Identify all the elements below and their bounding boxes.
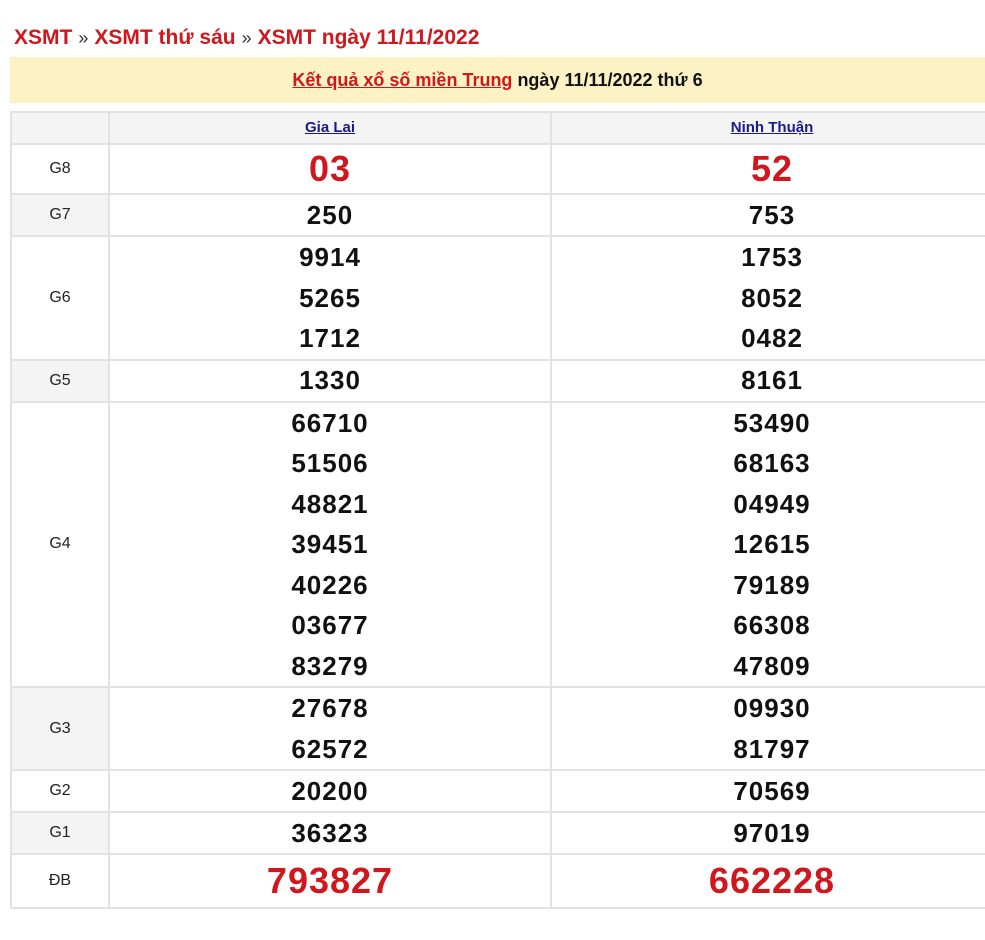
result-cell: 27678 62572 (108, 686, 552, 771)
breadcrumb-separator: » (78, 27, 89, 48)
prize-row-g8: G8 03 52 (10, 143, 985, 195)
results-banner: Kết quả xổ số miền Trung ngày 11/11/2022… (10, 57, 985, 103)
result-number: 20200 (291, 775, 369, 806)
result-cell: 09930 81797 (550, 686, 985, 771)
prize-row-g2: G2 20200 70569 (10, 769, 985, 813)
breadcrumb-separator: » (241, 27, 252, 48)
prize-row-special: ĐB 793827 662228 (10, 853, 985, 909)
prize-row-g6: G6 9914 5265 1712 1753 8052 0482 (10, 235, 985, 361)
result-number: 03 (308, 148, 352, 189)
prize-row-g1: G1 36323 97019 (10, 811, 985, 855)
result-cell: 20200 (108, 769, 552, 813)
result-number: 9914 (299, 242, 361, 272)
prize-row-g4: G4 66710 51506 48821 39451 40226 03677 8… (10, 400, 985, 688)
breadcrumb-xsmt-friday-link[interactable]: XSMT thứ sáu (94, 26, 235, 50)
central-lottery-results-link[interactable]: Kết quả xổ số miền Trung (292, 70, 512, 91)
province-header-ninh-thuan: Ninh Thuận (550, 111, 985, 145)
result-cell: 753 (550, 193, 985, 237)
result-number: 39451 (291, 529, 369, 559)
prize-label: G6 (10, 235, 110, 361)
result-number: 753 (748, 199, 796, 230)
banner-date-text: ngày 11/11/2022 thứ 6 (517, 69, 703, 90)
result-cell: 1753 8052 0482 (550, 235, 985, 361)
result-number: 70569 (733, 775, 811, 806)
result-number: 04949 (733, 488, 811, 519)
special-prize-number: 793827 (266, 860, 394, 901)
province-link-gia-lai[interactable]: Gia Lai (305, 119, 355, 136)
result-number: 1330 (299, 365, 361, 395)
prize-label: G1 (10, 811, 110, 855)
results-table: Gia Lai Ninh Thuận G8 03 52 G7 250 753 G… (10, 111, 985, 909)
prize-label: G4 (10, 400, 110, 688)
special-prize-number: 662228 (708, 860, 836, 901)
result-number: 66308 (733, 610, 811, 640)
result-cell: 1330 (108, 358, 552, 403)
result-cell: 8161 (550, 358, 985, 403)
result-cell: 66710 51506 48821 39451 40226 03677 8327… (108, 400, 552, 688)
prize-label: G2 (10, 769, 110, 813)
result-number: 1753 (741, 242, 803, 272)
result-number: 48821 (291, 488, 369, 519)
result-number: 83279 (291, 650, 369, 681)
result-number: 250 (306, 199, 354, 230)
result-number: 8161 (741, 365, 803, 395)
result-number: 81797 (733, 733, 811, 764)
prize-label: G7 (10, 193, 110, 237)
result-cell: 793827 (108, 853, 552, 909)
result-number: 0482 (741, 323, 803, 353)
prize-row-g7: G7 250 753 (10, 193, 985, 237)
result-cell: 53490 68163 04949 12615 79189 66308 4780… (550, 400, 985, 688)
result-number: 47809 (733, 650, 811, 681)
prize-header-cell (10, 111, 110, 145)
result-number: 09930 (733, 693, 811, 723)
prize-label: ĐB (10, 853, 110, 909)
result-cell: 52 (550, 143, 985, 195)
result-number: 62572 (291, 733, 369, 764)
prize-label: G5 (10, 358, 110, 403)
result-number: 51506 (291, 448, 369, 478)
prize-row-g3: G3 27678 62572 09930 81797 (10, 686, 985, 771)
prize-label: G3 (10, 686, 110, 771)
result-number: 52 (750, 148, 794, 189)
result-number: 97019 (733, 817, 811, 848)
result-number: 36323 (291, 817, 369, 848)
result-cell: 250 (108, 193, 552, 237)
breadcrumb-xsmt-date-link[interactable]: XSMT ngày 11/11/2022 (258, 26, 480, 50)
result-number: 79189 (733, 569, 811, 600)
result-cell: 97019 (550, 811, 985, 855)
result-cell: 70569 (550, 769, 985, 813)
result-number: 12615 (733, 529, 811, 559)
province-link-ninh-thuan[interactable]: Ninh Thuận (731, 119, 814, 136)
breadcrumb: XSMT » XSMT thứ sáu » XSMT ngày 11/11/20… (14, 22, 479, 54)
result-number: 40226 (291, 569, 369, 600)
result-cell: 662228 (550, 853, 985, 909)
result-number: 53490 (733, 407, 811, 438)
breadcrumb-xsmt-link[interactable]: XSMT (14, 26, 72, 50)
result-number: 68163 (733, 448, 811, 478)
result-number: 03677 (291, 610, 369, 640)
result-cell: 9914 5265 1712 (108, 235, 552, 361)
result-cell: 03 (108, 143, 552, 195)
result-number: 1712 (299, 323, 361, 353)
result-number: 5265 (299, 282, 361, 313)
result-number: 8052 (741, 282, 803, 313)
province-header-gia-lai: Gia Lai (108, 111, 552, 145)
result-cell: 36323 (108, 811, 552, 855)
result-number: 27678 (291, 693, 369, 723)
result-number: 66710 (291, 407, 369, 438)
prize-row-g5: G5 1330 8161 (10, 358, 985, 403)
table-header-row: Gia Lai Ninh Thuận (10, 111, 985, 145)
prize-label: G8 (10, 143, 110, 195)
